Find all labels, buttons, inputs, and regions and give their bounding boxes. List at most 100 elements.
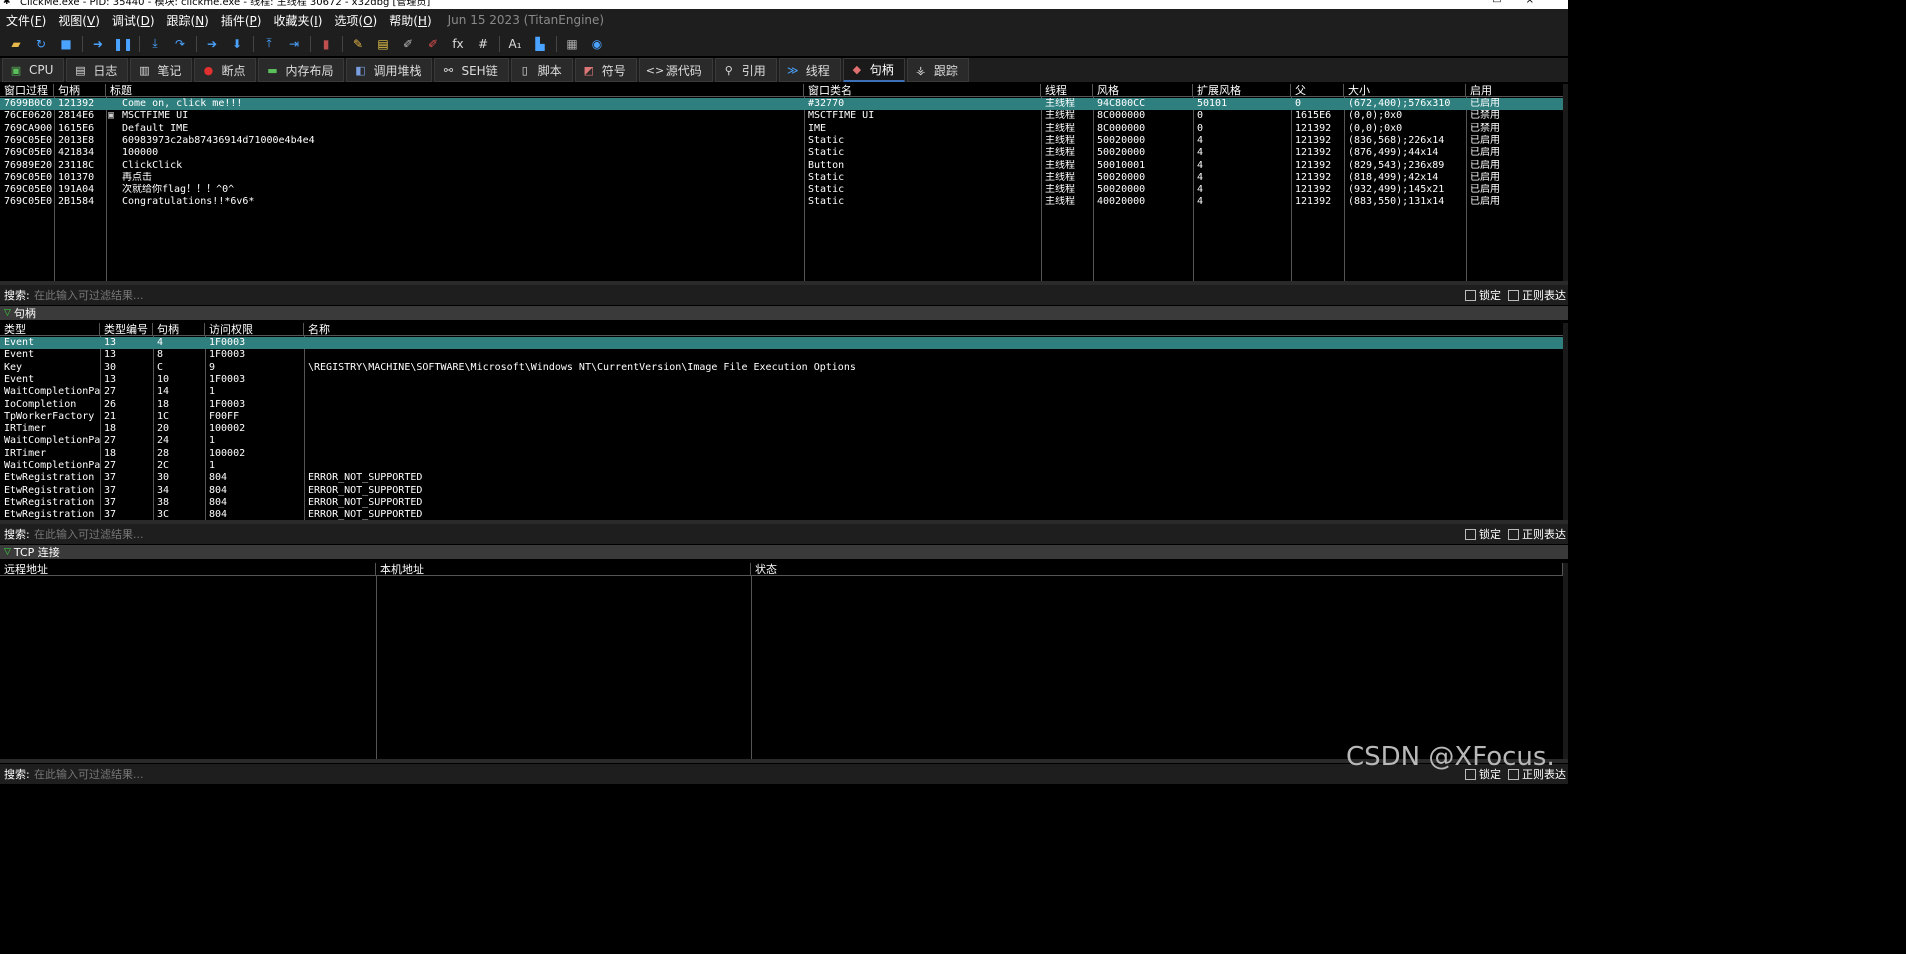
tab-threads[interactable]: ≫ 线程	[778, 58, 841, 82]
table-row[interactable]: Event 13 10 1F0003	[0, 374, 1563, 386]
checkbox-box[interactable]	[1508, 289, 1519, 301]
hash-icon[interactable]: #	[473, 34, 493, 54]
menu-item-4[interactable]: 插件(P)	[221, 12, 268, 29]
patch-icon[interactable]: ✎	[348, 34, 368, 54]
step-into-icon[interactable]: ⤓	[145, 34, 165, 54]
lock-checkbox[interactable]: 锁定	[1465, 526, 1501, 542]
tab-memory-map[interactable]: ▬ 内存布局	[258, 58, 345, 82]
collapse-triangle-icon[interactable]: ▽	[4, 308, 11, 318]
table-row[interactable]: WaitCompletionPacket 27 2C 1	[0, 460, 1563, 472]
column-header[interactable]: 大小	[1344, 84, 1466, 97]
column-header[interactable]: 状态	[751, 563, 1563, 576]
table-row[interactable]: 769C05E0 421834 100000 Static 主线程 50020000 4 12…	[0, 147, 1563, 159]
column-header[interactable]: 标题	[106, 84, 804, 97]
tab-log[interactable]: ▤ 日志	[66, 58, 129, 82]
collapse-triangle-icon[interactable]: ▽	[4, 547, 11, 557]
column-header[interactable]: 名称	[304, 323, 1564, 336]
tab-source[interactable]: <> 源代码	[638, 58, 713, 82]
tab-script[interactable]: ▯ 脚本	[510, 58, 573, 82]
checkbox-box[interactable]	[1465, 528, 1476, 540]
tcp-search-input[interactable]	[34, 767, 1454, 781]
restart-icon[interactable]: ↻	[31, 34, 51, 54]
stop-icon[interactable]: ■	[56, 34, 76, 54]
menu-item-3[interactable]: 跟踪(N)	[167, 12, 215, 29]
lock-checkbox[interactable]: 锁定	[1465, 287, 1501, 303]
scylla-icon[interactable]: ▮	[316, 34, 336, 54]
run-icon[interactable]: ➜	[88, 34, 108, 54]
pane-splitter[interactable]	[0, 759, 1568, 763]
open-icon[interactable]: ▰	[6, 34, 26, 54]
tab-notes[interactable]: ▥ 笔记	[130, 58, 193, 82]
tcp-section-header[interactable]: ▽ TCP 连接	[0, 545, 1568, 559]
table-row[interactable]: EtwRegistration 37 34 804 ERROR_NOT_SUPPORTE…	[0, 485, 1563, 497]
comments-icon[interactable]: ▤	[373, 34, 393, 54]
menu-item-1[interactable]: 视图(V)	[58, 12, 106, 29]
functions-icon[interactable]: fx	[448, 34, 468, 54]
trace-into-icon[interactable]: ➔	[202, 34, 222, 54]
table-row[interactable]: WaitCompletionPacket 27 24 1	[0, 435, 1563, 447]
column-header[interactable]: 本机地址	[376, 563, 751, 576]
tab-trace[interactable]: ⚶ 跟踪	[906, 58, 969, 82]
table-row[interactable]: IRTimer 18 20 100002	[0, 423, 1563, 435]
checkbox-box[interactable]	[1465, 289, 1476, 301]
trace-over-icon[interactable]: ⬇	[227, 34, 247, 54]
table-row[interactable]: Key 30 C 9 \REGISTRY\MACHINE\SOFTWARE\Micros…	[0, 362, 1563, 374]
table-row[interactable]: 76CE0620 2814E6 MSCTFIME UI MSCTFIME UI 主线程 8…	[0, 110, 1563, 122]
pause-icon[interactable]: ❚❚	[113, 34, 133, 54]
run-to-user-code-icon[interactable]: ⇥	[284, 34, 304, 54]
column-header[interactable]: 扩展风格	[1193, 84, 1291, 97]
tab-symbols[interactable]: ◩ 符号	[574, 58, 637, 82]
column-header[interactable]: 窗口类名	[804, 84, 1041, 97]
labels-icon[interactable]: ✐	[398, 34, 418, 54]
column-header[interactable]: 访问权限	[205, 323, 304, 336]
regex-checkbox[interactable]: 正则表达	[1508, 526, 1566, 542]
table-row[interactable]: 769CA900 1615E6 Default IME IME 主线程 8C000000 0…	[0, 123, 1563, 135]
table-row[interactable]: Event 13 8 1F0003	[0, 349, 1563, 361]
table-row[interactable]: WaitCompletionPacket 27 14 1	[0, 386, 1563, 398]
window-controls[interactable]: ▭×	[1492, 0, 1558, 6]
document-icon[interactable]: ▙	[530, 34, 550, 54]
tab-call-stack[interactable]: ◧ 调用堆栈	[346, 58, 433, 82]
tab-references[interactable]: ⚲ 引用	[714, 58, 777, 82]
execute-till-return-icon[interactable]: ⤒	[259, 34, 279, 54]
menu-item-7[interactable]: 帮助(H)	[389, 12, 437, 29]
table-row[interactable]: Event 13 4 1F0003	[0, 337, 1563, 350]
table-row[interactable]: 76989E20 23118C ClickClick Button 主线程 5001000…	[0, 160, 1563, 172]
column-header[interactable]: 远程地址	[0, 563, 376, 576]
vertical-scrollbar[interactable]	[1563, 563, 1568, 759]
handles-search-input[interactable]	[34, 527, 1454, 541]
column-header[interactable]: 窗口过程	[0, 84, 54, 97]
strings-icon[interactable]: A₁	[505, 34, 525, 54]
table-row[interactable]: 769C05E0 2B1584 Congratulations!!*6v6* Stat…	[0, 196, 1563, 208]
column-header[interactable]: 父	[1291, 84, 1344, 97]
windows-search-input[interactable]	[34, 288, 1454, 302]
tcp-table[interactable]: 远程地址 本机地址 状态	[0, 563, 1568, 759]
column-header[interactable]: 类型编号	[100, 323, 153, 336]
regex-checkbox[interactable]: 正则表达	[1508, 287, 1566, 303]
table-row[interactable]: EtwRegistration 37 3C 804 ERROR_NOT_SUPPORTE…	[0, 509, 1563, 520]
tab-breakpoints[interactable]: ● 断点	[194, 58, 257, 82]
column-header[interactable]: 风格	[1093, 84, 1193, 97]
table-row[interactable]: 7699B0C0 121392 Come on, click me!!! #32770…	[0, 98, 1563, 111]
column-header[interactable]: 类型	[0, 323, 100, 336]
table-row[interactable]: IRTimer 18 28 100002	[0, 448, 1563, 460]
table-row[interactable]: EtwRegistration 37 30 804 ERROR_NOT_SUPPORTE…	[0, 472, 1563, 484]
tab-seh-chain[interactable]: ⚯ SEH链	[434, 58, 509, 82]
menu-item-2[interactable]: 调试(D)	[112, 12, 161, 29]
table-row[interactable]: EtwRegistration 37 38 804 ERROR_NOT_SUPPORTE…	[0, 497, 1563, 509]
globe-icon[interactable]: ◉	[587, 34, 607, 54]
table-row[interactable]: 769C05E0 101370 再点击 Static 主线程 50020000 4 12139…	[0, 172, 1563, 184]
column-header[interactable]: 启用	[1466, 84, 1566, 97]
table-row[interactable]: 769C05E0 191A04 次就给你flag！！！^0^ Static 主线程 500…	[0, 184, 1563, 196]
menu-item-5[interactable]: 收藏夹(I)	[273, 12, 328, 29]
column-header[interactable]: 句柄	[153, 323, 205, 336]
handles-table[interactable]: 类型 类型编号 句柄 访问权限 名称 Event 13 4 1F0003 Event 13 8 1F0…	[0, 323, 1568, 520]
windows-table[interactable]: 窗口过程 句柄 标题 窗口类名 线程 风格 扩展风格父大小 启用 7699B0C0 121392…	[0, 84, 1568, 281]
calculator-icon[interactable]: ▦	[562, 34, 582, 54]
tab-cpu[interactable]: ▣ CPU	[2, 58, 65, 82]
menu-item-0[interactable]: 文件(F)	[6, 12, 52, 29]
step-over-icon[interactable]: ↷	[170, 34, 190, 54]
column-header[interactable]: 句柄	[54, 84, 106, 97]
column-header[interactable]: 线程	[1041, 84, 1093, 97]
table-row[interactable]: TpWorkerFactory 21 1C F00FF	[0, 411, 1563, 423]
